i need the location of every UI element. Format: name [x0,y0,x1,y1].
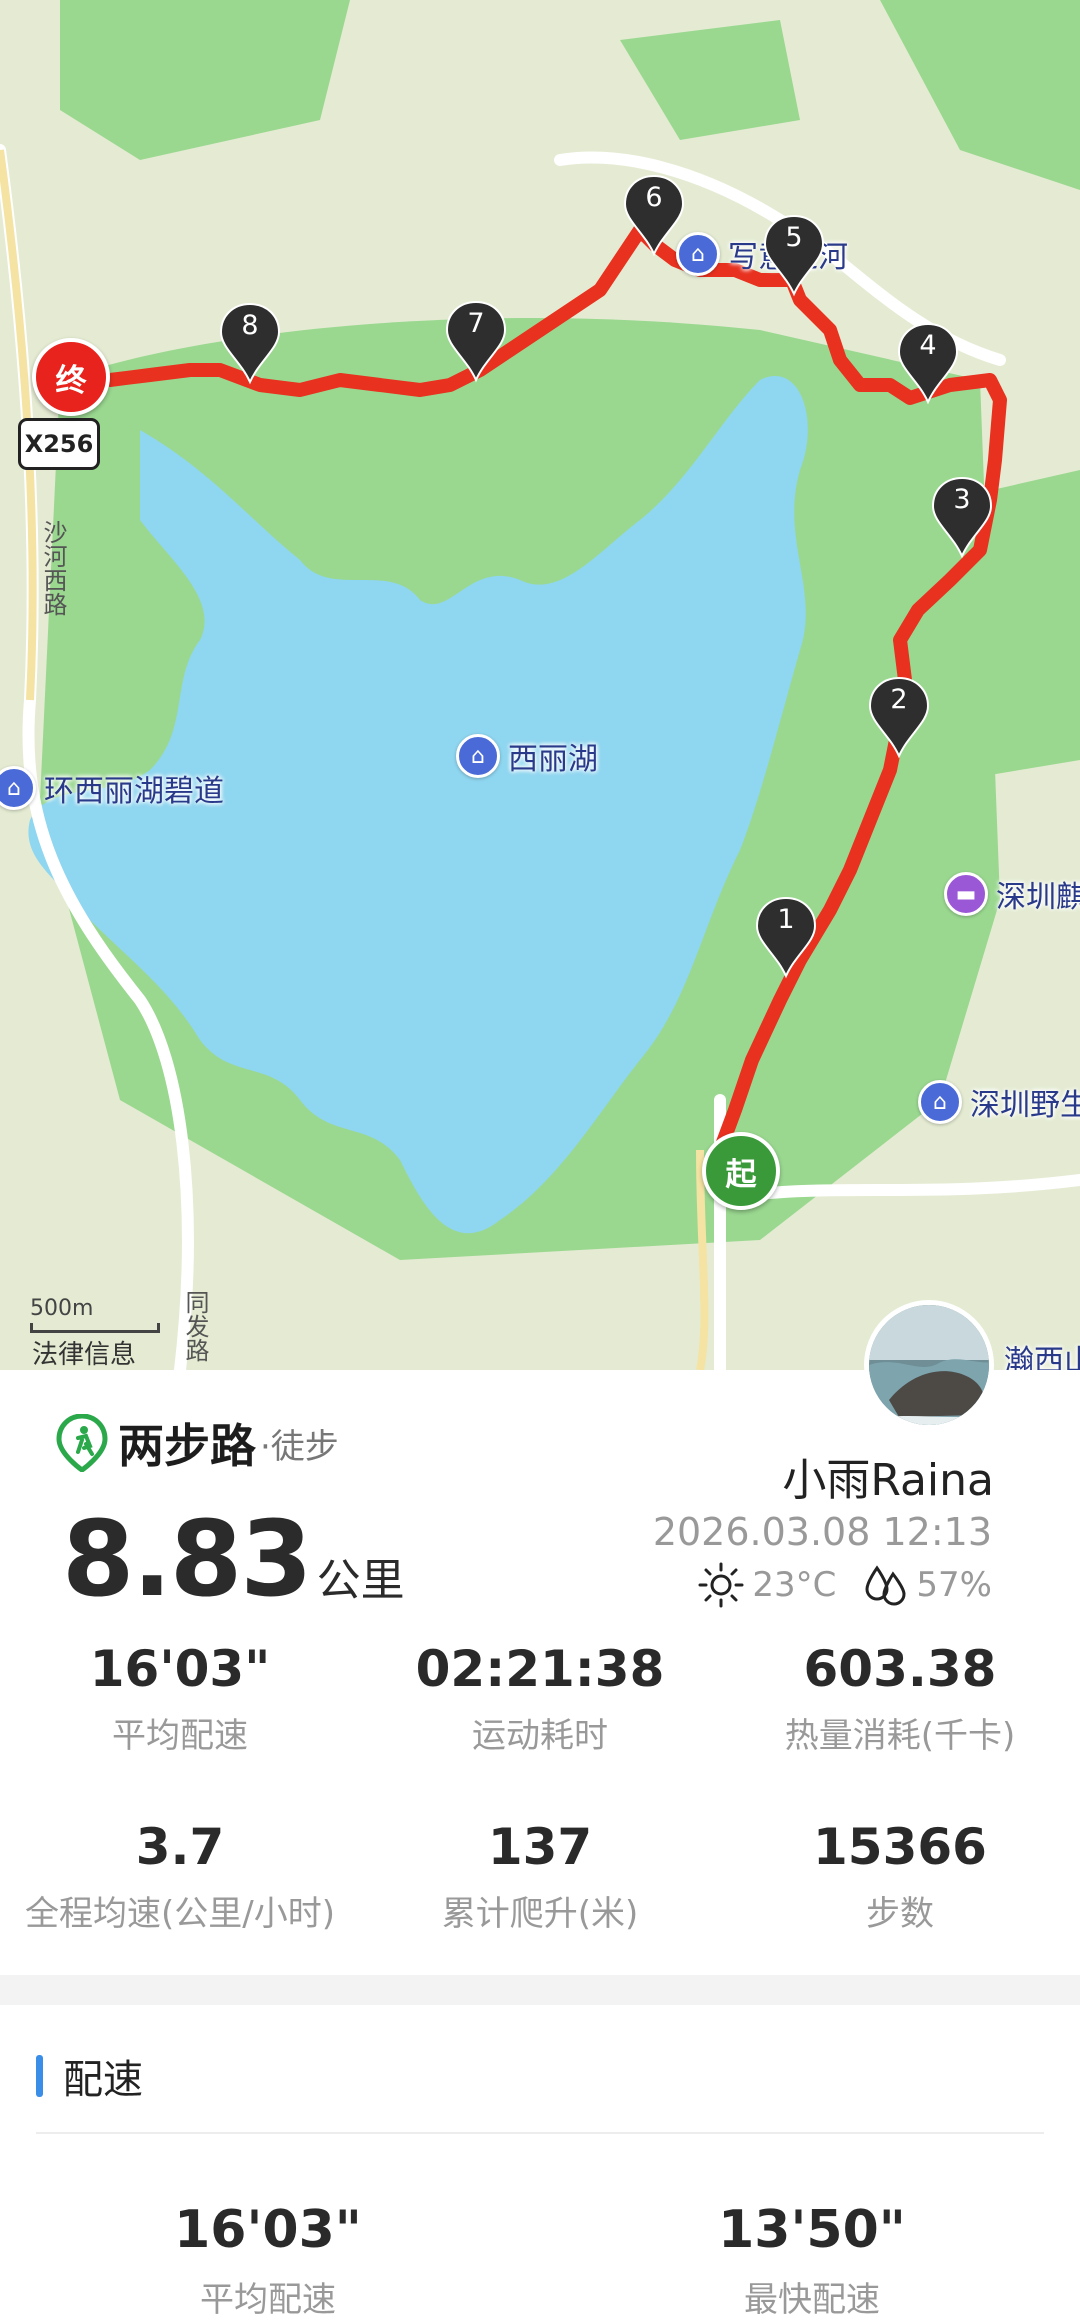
km-marker-7[interactable]: 7 [444,300,508,384]
brand-logo-icon [56,1414,108,1472]
km-marker-label: 2 [890,684,908,715]
km-marker-1[interactable]: 1 [754,896,818,980]
km-marker-label: 7 [467,308,485,339]
pace-divider [36,2132,1044,2134]
map-scale: 500m [30,1296,160,1333]
poi-shenzhen-qi[interactable]: ▬ 深圳麒 [944,872,1080,916]
km-marker-label: 5 [785,222,803,253]
poi-label: 深圳麒 [996,880,1080,915]
stat-calories: 603.38 热量消耗(千卡) [720,1640,1080,1757]
km-marker-2[interactable]: 2 [867,676,931,760]
stat-value: 603.38 [803,1640,997,1698]
stat-label: 平均配速 [112,1716,248,1756]
poi-label: 深圳野生 [970,1088,1080,1123]
stat-label: 累计爬升(米) [441,1894,639,1934]
humidity: 57% [916,1565,992,1605]
km-marker-label: 1 [777,904,795,935]
km-marker-label: 4 [919,330,937,361]
start-marker[interactable]: 起 [702,1132,780,1210]
humidity-group: 57% [862,1562,992,1608]
poi-label: 环西丽湖碧道 [44,774,224,809]
scale-bar [30,1323,160,1333]
stat-label: 运动耗时 [472,1716,608,1756]
landmark-icon: ⌂ [918,1080,962,1124]
landmark-icon: ⌂ [456,734,500,778]
road-label-shahe: 沙河西路 [39,520,67,616]
pace-avg: 16'03" 平均配速 [68,2200,468,2321]
temperature: 23°C [752,1565,837,1605]
road-label-tongfa: 同发路 [181,1290,209,1362]
pace-section: 配速 16'03" 平均配速 13'50" 最快配速 [0,2005,1080,2320]
stat-avg-speed: 3.7 全程均速(公里/小时) [0,1818,360,1935]
km-marker-4[interactable]: 4 [896,322,960,406]
end-marker[interactable]: 终 [32,338,110,416]
landmark-icon: ⌂ [0,766,36,810]
pace-header: 配速 [36,2047,143,2105]
km-marker-6[interactable]: 6 [622,174,686,258]
road-badge: X256 [18,418,100,470]
pace-title: 配速 [63,2057,143,2103]
stat-label: 全程均速(公里/小时) [25,1894,335,1934]
section-divider [0,1975,1080,2005]
stat-duration: 02:21:38 运动耗时 [360,1640,720,1757]
km-marker-8[interactable]: 8 [218,302,282,386]
stat-value: 15366 [813,1818,987,1876]
stat-label: 步数 [866,1894,934,1934]
stat-avg-pace: 16'03" 平均配速 [0,1640,360,1757]
stat-value: 16'03" [89,1640,271,1698]
km-marker-label: 3 [953,484,971,515]
stat-label: 热量消耗(千卡) [784,1716,1016,1756]
weather: 23°C 57% [698,1562,992,1608]
route-map[interactable]: X256 沙河西路 同发路 ⌂ 写意之河 ⌂ 西丽湖 ⌂ 环西丽湖碧道 ▬ 深圳… [0,0,1080,1370]
brand: 两步路 ·徒步 [56,1410,339,1476]
stat-steps: 15366 步数 [720,1818,1080,1935]
pace-best: 13'50" 最快配速 [612,2200,1012,2321]
distance: 8.83 公里 [62,1498,405,1620]
stat-elevation-gain: 137 累计爬升(米) [360,1818,720,1935]
distance-unit: 公里 [316,1555,405,1606]
stat-value: 02:21:38 [415,1640,665,1698]
humidity-icon [865,1565,906,1606]
stat-value: 137 [487,1818,593,1876]
hotel-icon: ▬ [944,872,988,916]
sun-icon [698,1562,744,1608]
pace-avg-value: 16'03" [174,2200,362,2260]
user-name[interactable]: 小雨Raina [782,1444,994,1508]
activity-datetime: 2026.03.08 12:13 [652,1510,992,1554]
km-marker-5[interactable]: 5 [762,214,826,298]
distance-value: 8.83 [62,1498,313,1620]
poi-label: 瀚西山 [1004,1344,1080,1370]
pace-best-value: 13'50" [718,2200,906,2260]
summary-card: 两步路 ·徒步 8.83 公里 小雨Raina 2026.03.08 12:13… [0,1370,1080,1975]
avatar[interactable] [864,1300,994,1430]
stat-value: 3.7 [135,1818,225,1876]
km-marker-label: 6 [645,182,663,213]
km-marker-3[interactable]: 3 [930,476,994,560]
scale-label: 500m [30,1296,94,1321]
poi-xili-greenway[interactable]: ⌂ 环西丽湖碧道 [0,766,224,810]
activity-type: ·徒步 [260,1426,339,1467]
poi-label: 西丽湖 [508,742,598,777]
brand-name: 两步路 [118,1419,256,1473]
legal-info-link[interactable]: 法律信息 [32,1334,136,1370]
km-marker-label: 8 [241,310,259,341]
section-accent-bar [36,2055,43,2097]
poi-hanxi-mountain[interactable]: 瀚西山 [996,1336,1080,1370]
poi-shenzhen-wild[interactable]: ⌂ 深圳野生 [918,1080,1080,1124]
poi-xili-lake[interactable]: ⌂ 西丽湖 [456,734,598,778]
